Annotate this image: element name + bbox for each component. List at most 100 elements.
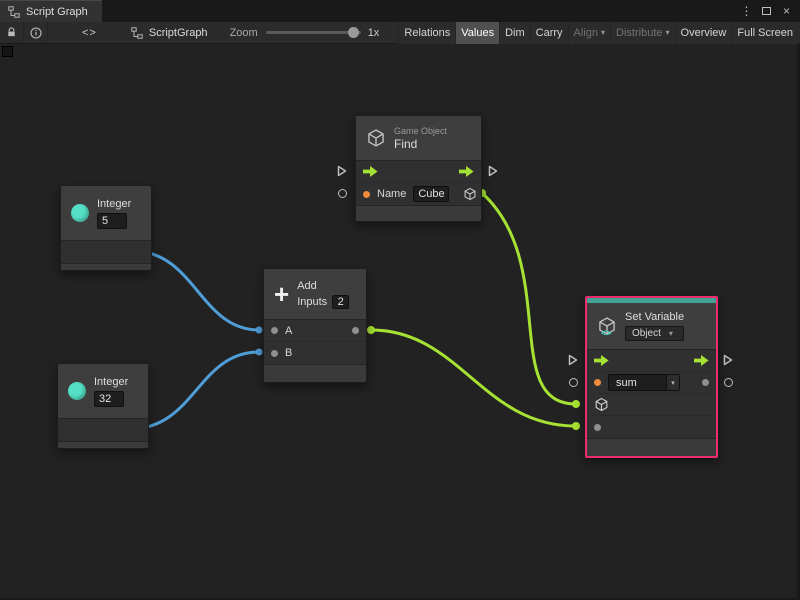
node-title: Integer <box>97 198 131 210</box>
node-integer-top[interactable]: Integer <box>60 185 152 271</box>
graph-icon <box>8 6 20 18</box>
dropdown-arrow-icon: ▾ <box>669 329 673 338</box>
values-button[interactable]: Values <box>455 22 499 44</box>
inputs-count-input[interactable] <box>332 295 349 309</box>
fullscreen-button[interactable]: Full Screen <box>731 22 798 44</box>
find-flow-output-port[interactable] <box>488 165 498 177</box>
tab-title: Script Graph <box>26 6 88 18</box>
graph-canvas[interactable]: Integer Integer <box>0 44 797 598</box>
zoom-label: Zoom <box>230 27 258 39</box>
lock-icon <box>6 27 17 38</box>
node-title: Set Variable <box>625 311 684 323</box>
info-button[interactable] <box>24 22 48 43</box>
relations-button[interactable]: Relations <box>398 22 455 44</box>
name-label: Name <box>377 188 406 200</box>
wire-find-to-setvariable-object[interactable] <box>482 193 576 404</box>
node-footer <box>264 364 366 382</box>
node-set-variable[interactable]: <> Set Variable Object ▾ <box>585 296 718 458</box>
overview-button[interactable]: Overview <box>675 22 732 44</box>
variable-name-dropdown[interactable]: sum ▾ <box>608 374 680 391</box>
node-body <box>58 418 148 441</box>
setvariable-name-row: sum ▾ <box>587 372 716 394</box>
port-input-value-dot[interactable] <box>594 424 601 431</box>
code-icon: <> <box>82 27 97 39</box>
lock-button[interactable] <box>0 22 24 43</box>
integer-value-input[interactable] <box>94 391 124 407</box>
align-button[interactable]: Align▾ <box>568 22 610 44</box>
node-find[interactable]: Game Object Find Name <box>355 115 482 222</box>
setvariable-name-input-port[interactable] <box>569 378 578 387</box>
window-menu-button[interactable]: ⋮ <box>738 3 755 20</box>
node-footer <box>587 438 716 456</box>
node-header: Game Object Find <box>356 116 481 160</box>
port-input-a-dot[interactable] <box>271 327 278 334</box>
node-title: Find <box>394 137 447 151</box>
name-value-input[interactable] <box>413 186 449 202</box>
variable-tag-icon: <> <box>601 328 612 338</box>
setvariable-value-input-wire-dot[interactable] <box>572 422 580 430</box>
breadcrumb[interactable]: ScriptGraph <box>131 27 208 39</box>
variable-scope-dropdown[interactable]: Object ▾ <box>625 326 684 341</box>
zoom-slider-handle[interactable] <box>348 27 359 38</box>
setvariable-value-output-port[interactable] <box>724 378 733 387</box>
flow-in-arrow-icon[interactable] <box>363 166 378 177</box>
info-icon <box>30 27 42 39</box>
titlebar: Script Graph ⋮ × <box>0 0 800 22</box>
find-flow-input-port[interactable] <box>337 165 347 177</box>
find-flow-row <box>356 161 481 183</box>
code-preview-button[interactable]: <> <box>74 22 105 43</box>
integer-value-input[interactable] <box>97 213 127 229</box>
setvariable-flow-row <box>587 350 716 372</box>
close-button[interactable]: × <box>778 3 795 20</box>
game-object-target-icon[interactable] <box>594 397 609 412</box>
zoom-value: 1x <box>368 27 380 39</box>
setvariable-flow-input-port[interactable] <box>568 354 578 366</box>
add-input-b-wire-dot[interactable] <box>256 349 263 356</box>
node-title: Integer <box>94 376 128 388</box>
port-output-sum-dot[interactable] <box>352 327 359 334</box>
inputs-label: Inputs <box>297 296 327 308</box>
inspector-toggle[interactable] <box>2 46 13 57</box>
wire-integer32-to-add-b[interactable] <box>130 352 259 429</box>
node-body <box>61 240 151 263</box>
dim-button[interactable]: Dim <box>499 22 530 44</box>
node-body: Name <box>356 160 481 205</box>
integer-icon <box>68 382 86 400</box>
node-footer <box>356 205 481 221</box>
dropdown-arrow-icon: ▾ <box>601 28 605 37</box>
wire-add-to-setvariable-value[interactable] <box>371 330 576 426</box>
setvariable-object-input-wire-dot[interactable] <box>572 400 580 408</box>
setvariable-flow-output-port[interactable] <box>723 354 733 366</box>
add-output-wire-dot[interactable] <box>367 326 375 334</box>
add-input-a-row: A <box>264 320 366 342</box>
add-input-a-wire-dot[interactable] <box>256 327 263 334</box>
setvariable-object-row <box>587 394 716 416</box>
node-footer <box>61 263 151 270</box>
toolbar-toggle-group: Relations Values Dim Carry Align▾ Distri… <box>398 22 800 44</box>
graph-icon <box>131 27 143 39</box>
flow-out-arrow-icon[interactable] <box>459 166 474 177</box>
flow-in-arrow-icon[interactable] <box>594 355 609 366</box>
distribute-button[interactable]: Distribute▾ <box>610 22 674 44</box>
node-add[interactable]: + Add Inputs A B <box>263 268 367 383</box>
game-object-output-icon[interactable] <box>463 187 477 201</box>
setvariable-value-row <box>587 416 716 438</box>
carry-button[interactable]: Carry <box>530 22 568 44</box>
zoom-slider[interactable] <box>266 26 361 39</box>
input-a-label: A <box>285 325 292 337</box>
node-title: Add <box>297 280 349 292</box>
port-name-dot[interactable] <box>363 191 370 198</box>
script-graph-tab[interactable]: Script Graph <box>0 0 102 22</box>
game-object-icon <box>366 128 386 148</box>
node-header: <> Set Variable Object ▾ <box>587 303 716 349</box>
node-integer-bottom[interactable]: Integer <box>57 363 149 449</box>
port-variable-name-dot[interactable] <box>594 379 601 386</box>
find-name-row: Name <box>356 183 481 205</box>
maximize-button[interactable] <box>758 3 775 20</box>
flow-out-arrow-icon[interactable] <box>694 355 709 366</box>
dropdown-arrow-icon: ▾ <box>666 375 679 390</box>
variable-icon: <> <box>597 316 617 336</box>
find-name-input-port[interactable] <box>338 189 347 198</box>
port-input-b-dot[interactable] <box>271 350 278 357</box>
port-output-value-dot[interactable] <box>702 379 709 386</box>
